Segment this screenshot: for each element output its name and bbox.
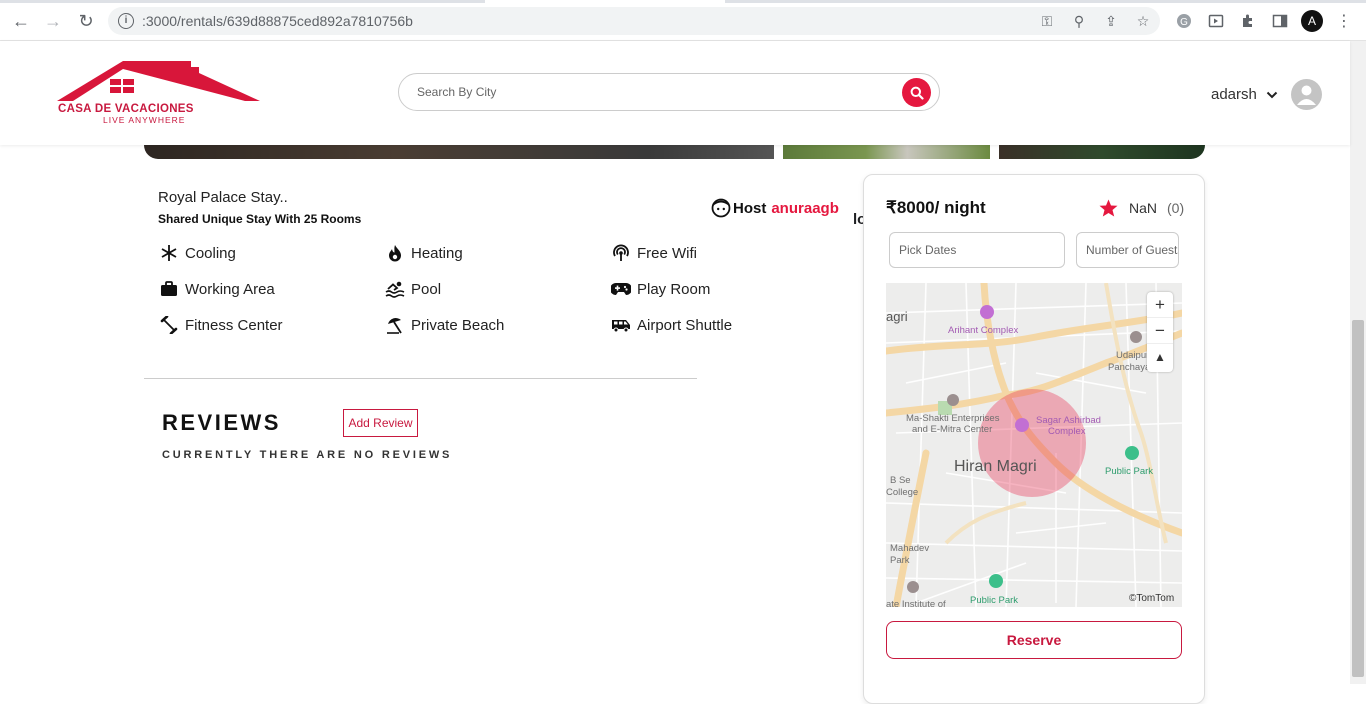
host-info: Host anuraagb (711, 198, 839, 218)
map-canvas: Arihant Complex Udaipur Panchayat Ma-Sha… (886, 283, 1182, 607)
username: adarsh (1211, 86, 1257, 103)
snowflake-icon (159, 244, 179, 262)
url-text[interactable]: localhost:3000/rentals/639d88875ced892a7… (142, 13, 919, 228)
wifi-icon (611, 244, 631, 262)
compass-icon[interactable]: ▲ (1147, 344, 1173, 370)
chrome-menu-icon[interactable]: ⋮ (1334, 11, 1354, 31)
profile-avatar[interactable]: A (1301, 10, 1323, 32)
chevron-down-icon (1266, 91, 1278, 98)
reload-icon[interactable]: ↻ (76, 11, 96, 31)
guests-field[interactable]: Number of Guests (1076, 232, 1179, 268)
umbrella-beach-icon (385, 316, 405, 334)
rating-count: (0) (1167, 200, 1185, 216)
map-zoom-controls: + − ▲ (1147, 292, 1173, 372)
house-roof-icon (57, 61, 260, 101)
search-icon (910, 86, 924, 100)
site-logo[interactable]: CASA DE VACACIONES LIVE ANYWHERE (55, 59, 265, 125)
listing-photo-main[interactable] (144, 145, 774, 159)
svg-text:G: G (1180, 17, 1188, 28)
price-per-night: ₹8000/ night (886, 198, 986, 217)
pick-dates-field[interactable]: Pick Dates (889, 232, 1065, 268)
star-icon (1099, 199, 1118, 217)
map-label-mahadev-2: Park (890, 555, 910, 566)
listing-subtitle: Shared Unique Stay With 25 Rooms (158, 212, 362, 226)
listing-photo-3[interactable] (999, 145, 1205, 159)
site-info-icon[interactable]: i (118, 13, 134, 29)
swimming-icon (385, 280, 405, 298)
zoom-out-button[interactable]: − (1147, 318, 1173, 344)
listing-title: Royal Palace Stay.. (158, 189, 288, 206)
shuttle-van-icon (611, 316, 631, 334)
amenity-working-area: Working Area (159, 280, 275, 298)
extensions-puzzle-icon[interactable] (1238, 11, 1258, 31)
forward-icon[interactable]: → (43, 11, 63, 31)
amenity-airport-shuttle: Airport Shuttle (611, 316, 732, 334)
search-input[interactable]: Search By City (417, 85, 496, 99)
share-icon[interactable]: ⇪ (1102, 12, 1120, 30)
section-divider (144, 378, 697, 379)
city-search[interactable]: Search By City (398, 73, 940, 111)
map-label-hiran-magri: Hiran Magri (954, 458, 1037, 475)
fire-icon (385, 244, 405, 262)
map-attribution[interactable]: ©TomTom (1129, 593, 1174, 604)
host-label: Host (733, 199, 767, 217)
tab-strip (0, 0, 1366, 3)
zoom-in-button[interactable]: + (1147, 292, 1173, 318)
bookmark-star-icon[interactable]: ☆ (1134, 12, 1152, 30)
side-panel-icon[interactable] (1270, 11, 1290, 31)
add-review-button[interactable]: Add Review (343, 409, 418, 437)
user-menu[interactable]: adarsh (1211, 79, 1322, 110)
reserve-button[interactable]: Reserve (886, 621, 1182, 659)
amenity-heating: Heating (385, 244, 463, 262)
brand-name: CASA DE VACACIONES (58, 103, 194, 115)
map-label-public-park-2: Public Park (970, 595, 1018, 606)
dumbbell-icon (159, 316, 179, 334)
user-icon (1296, 85, 1316, 105)
media-router-icon[interactable] (1206, 11, 1226, 31)
map-label-sagar-2: Complex (1048, 426, 1086, 437)
map-label-mashakti-2: and E-Mitra Center (912, 424, 992, 435)
address-bar[interactable]: i localhost:3000/rentals/639d88875ced892… (108, 7, 1160, 228)
rating: NaN (0) (1099, 199, 1184, 217)
map-label-mashakti-1: Ma-Shakti Enterprises (906, 413, 1000, 424)
scrollbar-thumb[interactable] (1352, 320, 1364, 677)
avatar[interactable] (1290, 79, 1322, 110)
amenity-free-wifi: Free Wifi (611, 244, 697, 262)
map-label-sagar-1: Sagar Ashirbad (1036, 415, 1101, 426)
map-label-mahadev-1: Mahadev (890, 543, 929, 554)
browser-toolbar: ← → ↻ i localhost:3000/rentals/639d88875… (0, 0, 1366, 228)
rating-value: NaN (1129, 200, 1158, 216)
map-label-bse-2: College (886, 487, 918, 498)
amenity-fitness-center: Fitness Center (159, 316, 283, 334)
site-header: CASA DE VACACIONES LIVE ANYWHERE Search … (0, 41, 1350, 145)
map-label-udaipur-1: Udaipur (1116, 350, 1149, 361)
extension-g-icon[interactable]: G (1174, 11, 1194, 31)
reviews-heading: REVIEWS (162, 410, 281, 435)
gamepad-icon (611, 280, 631, 298)
map-label-public-park-1: Public Park (1105, 466, 1153, 477)
listing-photo-2[interactable] (783, 145, 990, 159)
amenity-cooling: Cooling (159, 244, 236, 262)
amenity-pool: Pool (385, 280, 441, 298)
host-name[interactable]: anuraagb (771, 200, 839, 217)
map-label-arihant: Arihant Complex (948, 325, 1018, 336)
map-label-state-inst: ate Institute of (886, 599, 946, 607)
zoom-icon[interactable]: ⚲ (1070, 12, 1088, 30)
back-icon[interactable]: ← (11, 11, 31, 31)
search-button[interactable] (902, 78, 931, 107)
host-face-icon (711, 198, 731, 218)
no-reviews-text: CURRENTLY THERE ARE NO REVIEWS (162, 449, 453, 461)
briefcase-icon (159, 280, 179, 298)
amenity-play-room: Play Room (611, 280, 710, 298)
page-scrollbar[interactable] (1350, 41, 1366, 684)
map-label-bse-1: B Se (890, 475, 911, 486)
brand-tagline: LIVE ANYWHERE (103, 115, 186, 125)
key-icon[interactable]: ⚿ (1038, 12, 1056, 30)
location-map[interactable]: Arihant Complex Udaipur Panchayat Ma-Sha… (886, 283, 1182, 607)
amenity-private-beach: Private Beach (385, 316, 504, 334)
map-label-magri-edge: agri (886, 309, 908, 324)
